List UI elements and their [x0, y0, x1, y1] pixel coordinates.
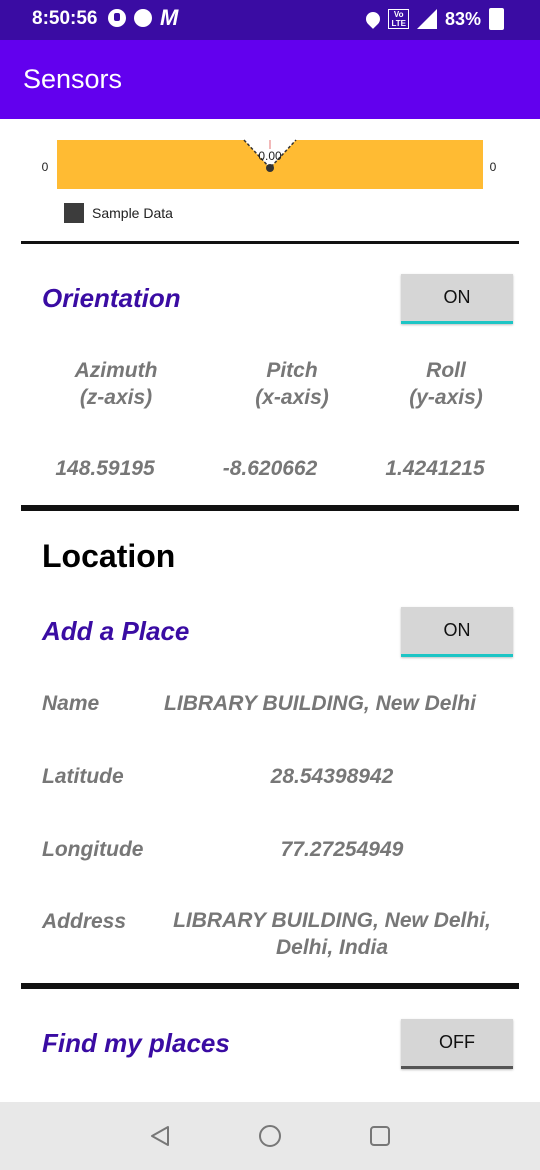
chart-legend: Sample Data	[64, 203, 173, 223]
find-places-toggle-button[interactable]: OFF	[401, 1019, 513, 1069]
chart: 0 0 0.00 Sample Data	[0, 119, 540, 241]
app-bar: Sensors	[0, 40, 540, 119]
volte-icon: Vo LTE	[388, 9, 409, 29]
app-circle-icon	[108, 9, 126, 27]
name-label: Name	[42, 692, 100, 715]
latitude-value: 28.54398942	[270, 765, 394, 788]
chart-point	[266, 164, 274, 172]
navigation-bar	[0, 1102, 540, 1170]
dot-icon	[134, 9, 152, 27]
chart-svg: 0 0 0.00	[42, 139, 497, 189]
azimuth-label: Azimuth	[74, 359, 158, 382]
m-icon: M	[160, 5, 179, 30]
azimuth-header: Azimuth (z-axis)	[26, 357, 206, 411]
roll-value: 1.4241215	[385, 457, 485, 480]
azimuth-value: 148.59195	[55, 457, 155, 480]
roll-axis-label: (y-axis)	[409, 386, 483, 409]
latitude-label: Latitude	[42, 765, 124, 788]
status-time: 8:50:56	[32, 8, 98, 29]
app-title: Sensors	[23, 64, 123, 94]
pitch-header: Pitch (x-axis)	[202, 357, 382, 411]
address-value: LIBRARY BUILDING, New Delhi, Delhi, Indi…	[160, 907, 504, 961]
battery-icon	[489, 8, 504, 30]
name-value: LIBRARY BUILDING, New Delhi	[164, 692, 476, 715]
chart-point-label: 0.00	[258, 149, 282, 163]
address-label: Address	[42, 910, 127, 933]
pitch-label: Pitch	[266, 359, 318, 382]
azimuth-axis-label: (z-axis)	[79, 386, 153, 409]
find-places-title: Find my places	[42, 1028, 230, 1058]
divider	[21, 983, 519, 989]
pitch-value: -8.620662	[222, 457, 318, 480]
address-line-1: LIBRARY BUILDING, New Delhi,	[173, 909, 491, 932]
legend-label: Sample Data	[92, 205, 173, 221]
longitude-label: Longitude	[42, 838, 144, 861]
add-place-title: Add a Place	[42, 616, 190, 646]
status-bar: 8:50:56 M Vo LTE 83%	[0, 0, 540, 40]
roll-header: Roll (y-axis)	[356, 357, 536, 411]
address-line-2: Delhi, India	[275, 936, 388, 959]
home-icon[interactable]	[258, 1124, 282, 1148]
chart-right-label: 0	[490, 160, 497, 174]
signal-icon	[416, 9, 437, 29]
add-place-toggle-button[interactable]: ON	[401, 607, 513, 657]
divider	[21, 241, 519, 244]
location-pin-icon	[363, 9, 384, 29]
pitch-axis-label: (x-axis)	[255, 386, 329, 409]
roll-label: Roll	[426, 359, 466, 382]
back-icon[interactable]	[148, 1124, 172, 1148]
chart-left-label: 0	[42, 160, 49, 174]
divider	[21, 505, 519, 511]
location-heading: Location	[42, 538, 176, 574]
recents-icon[interactable]	[368, 1124, 392, 1148]
longitude-value: 77.27254949	[280, 838, 404, 861]
legend-swatch	[64, 203, 84, 223]
battery-percent: 83%	[444, 8, 481, 29]
orientation-title: Orientation	[42, 283, 181, 313]
orientation-toggle-button[interactable]: ON	[401, 274, 513, 324]
